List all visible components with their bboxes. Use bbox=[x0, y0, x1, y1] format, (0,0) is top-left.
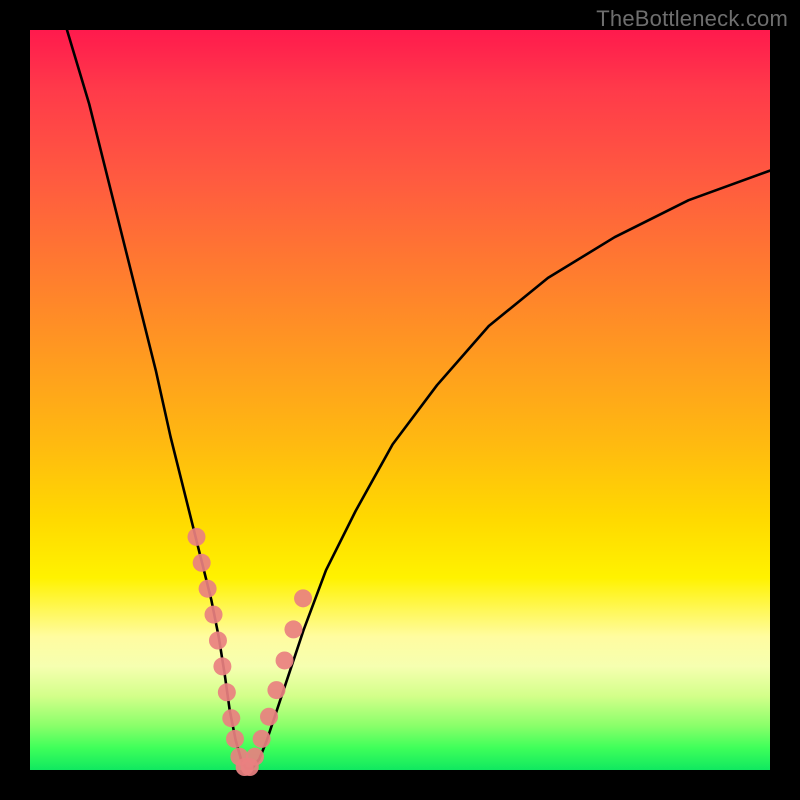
marker-dot bbox=[218, 683, 236, 701]
marker-dot bbox=[188, 528, 206, 546]
marker-dot bbox=[267, 681, 285, 699]
curve-svg bbox=[30, 30, 770, 770]
marker-dot bbox=[193, 554, 211, 572]
marker-dot bbox=[213, 657, 231, 675]
marker-dot bbox=[276, 651, 294, 669]
marker-dot bbox=[222, 709, 240, 727]
marker-dot bbox=[226, 730, 244, 748]
marker-dot bbox=[294, 589, 312, 607]
marker-dot bbox=[260, 708, 278, 726]
bottleneck-curve bbox=[67, 30, 770, 769]
marker-dot bbox=[205, 606, 223, 624]
marker-dot bbox=[246, 748, 264, 766]
marker-cluster bbox=[188, 528, 313, 776]
marker-dot bbox=[284, 620, 302, 638]
marker-dot bbox=[209, 632, 227, 650]
marker-dot bbox=[253, 730, 271, 748]
chart-frame: TheBottleneck.com bbox=[0, 0, 800, 800]
marker-dot bbox=[199, 580, 217, 598]
plot-area bbox=[30, 30, 770, 770]
watermark-text: TheBottleneck.com bbox=[596, 6, 788, 32]
